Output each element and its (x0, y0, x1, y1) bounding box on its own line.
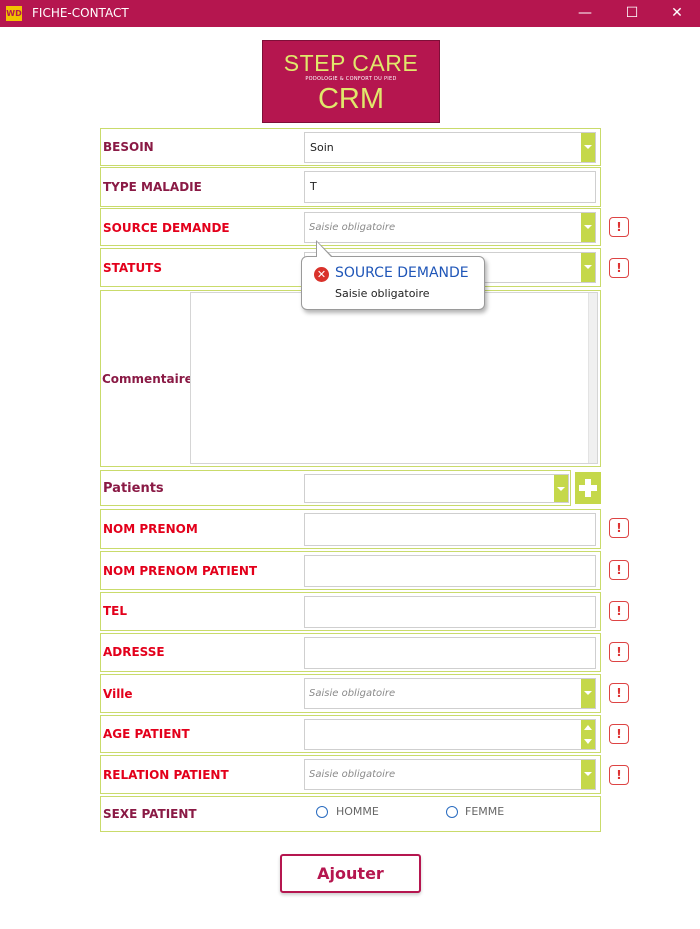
nom-prenom-patient-label: NOM PRENOM PATIENT (103, 564, 258, 578)
tooltip-title: SOURCE DEMANDE (335, 265, 469, 281)
source-demande-placeholder: Saisie obligatoire (309, 222, 396, 233)
radio-homme[interactable] (316, 806, 328, 818)
statuts-warning-icon[interactable]: ! (609, 258, 629, 278)
nom-prenom-warning-icon[interactable]: ! (609, 518, 629, 538)
stepcare-crm-logo: STEP CARE PODOLOGIE & CONFORT DU PIED CR… (262, 40, 440, 123)
window-titlebar: WD FICHE-CONTACT — ☐ ✕ (0, 0, 700, 27)
ville-warning-icon[interactable]: ! (609, 683, 629, 703)
row-commentaire: Commentaire (100, 290, 601, 467)
chevron-down-icon[interactable] (554, 475, 568, 502)
besoin-combo[interactable]: Soin (304, 132, 596, 163)
besoin-value: Soin (310, 141, 334, 154)
tel-warning-icon[interactable]: ! (609, 601, 629, 621)
add-patient-button[interactable] (575, 472, 601, 504)
row-nom-prenom-patient: NOM PRENOM PATIENT (100, 551, 601, 590)
logo-crm-text: CRM (317, 83, 385, 115)
logo-brand-text: STEP CARE (283, 50, 419, 76)
row-relation-patient: RELATION PATIENT Saisie obligatoire (100, 755, 601, 794)
besoin-label: BESOIN (103, 140, 154, 154)
relation-patient-label: RELATION PATIENT (103, 768, 229, 782)
commentaire-scrollbar[interactable] (588, 293, 597, 463)
type-maladie-label: TYPE MALADIE (103, 180, 202, 194)
age-patient-label: AGE PATIENT (103, 727, 190, 741)
row-ville: Ville Saisie obligatoire (100, 674, 601, 713)
statuts-label: STATUTS (103, 261, 163, 275)
radio-femme[interactable] (446, 806, 458, 818)
chevron-down-icon[interactable] (581, 213, 595, 242)
row-type-maladie: TYPE MALADIE T (100, 167, 601, 207)
patients-combo[interactable] (304, 474, 569, 503)
age-patient-input[interactable] (304, 719, 596, 750)
type-maladie-input[interactable]: T (304, 171, 596, 203)
ajouter-button[interactable]: Ajouter (280, 854, 421, 893)
chevron-down-icon[interactable] (581, 253, 595, 282)
sexe-patient-label: SEXE PATIENT (103, 807, 197, 821)
validation-tooltip: ✕ SOURCE DEMANDE Saisie obligatoire (301, 240, 485, 310)
source-demande-label: SOURCE DEMANDE (103, 221, 230, 235)
ville-combo[interactable]: Saisie obligatoire (304, 678, 596, 709)
relation-patient-combo[interactable]: Saisie obligatoire (304, 759, 596, 790)
patients-label: Patients (103, 481, 164, 496)
row-patients: Patients (100, 470, 571, 506)
adresse-warning-icon[interactable]: ! (609, 642, 629, 662)
row-sexe-patient: SEXE PATIENT HOMME FEMME (100, 796, 601, 832)
error-icon: ✕ (314, 267, 329, 282)
relation-patient-warning-icon[interactable]: ! (609, 765, 629, 785)
tel-label: TEL (103, 604, 128, 618)
maximize-button[interactable]: ☐ (609, 0, 655, 27)
nom-prenom-label: NOM PRENOM (103, 522, 198, 536)
nom-prenom-input[interactable] (304, 513, 596, 546)
spin-down-icon[interactable] (584, 739, 592, 744)
ville-label: Ville (103, 687, 133, 701)
adresse-input[interactable] (304, 637, 596, 669)
source-demande-warning-icon[interactable]: ! (609, 217, 629, 237)
row-besoin: BESOIN Soin (100, 128, 601, 166)
logo-tagline: PODOLOGIE & CONFORT DU PIED (305, 76, 397, 82)
row-nom-prenom: NOM PRENOM (100, 509, 601, 549)
close-button[interactable]: ✕ (654, 0, 700, 27)
chevron-down-icon[interactable] (581, 760, 595, 789)
spin-up-icon[interactable] (584, 725, 592, 730)
row-age-patient: AGE PATIENT (100, 715, 601, 753)
source-demande-combo[interactable]: Saisie obligatoire (304, 212, 596, 243)
chevron-down-icon[interactable] (581, 679, 595, 708)
age-patient-warning-icon[interactable]: ! (609, 724, 629, 744)
radio-homme-label[interactable]: HOMME (336, 805, 379, 818)
age-spinner[interactable] (581, 720, 595, 749)
tel-input[interactable] (304, 596, 596, 628)
relation-patient-placeholder: Saisie obligatoire (309, 769, 396, 780)
radio-femme-label[interactable]: FEMME (465, 805, 504, 818)
app-icon: WD (6, 6, 22, 21)
chevron-down-icon[interactable] (581, 133, 595, 162)
row-adresse: ADRESSE (100, 633, 601, 672)
row-tel: TEL (100, 592, 601, 631)
nom-prenom-patient-warning-icon[interactable]: ! (609, 560, 629, 580)
nom-prenom-patient-input[interactable] (304, 555, 596, 587)
commentaire-label: Commentaire (102, 372, 193, 386)
adresse-label: ADRESSE (103, 645, 165, 659)
row-source-demande: SOURCE DEMANDE Saisie obligatoire (100, 208, 601, 246)
ville-placeholder: Saisie obligatoire (309, 688, 396, 699)
tooltip-message: Saisie obligatoire (335, 287, 430, 300)
commentaire-textarea[interactable] (190, 292, 598, 464)
window-title: FICHE-CONTACT (32, 6, 129, 20)
minimize-button[interactable]: — (562, 0, 608, 27)
type-maladie-value: T (310, 180, 317, 193)
